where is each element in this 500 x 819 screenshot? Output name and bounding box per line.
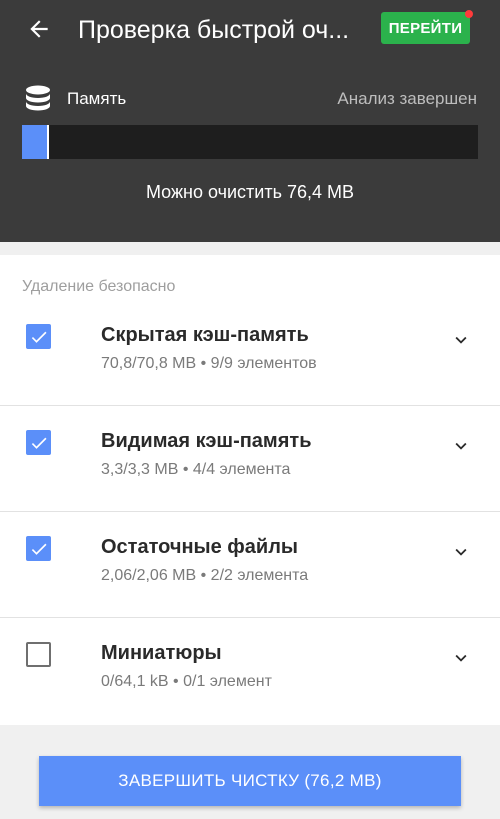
list-item-residual-files[interactable]: Остаточные файлы 2,06/2,06 MB • 2/2 элем…: [0, 512, 500, 618]
chevron-down-icon: [455, 336, 467, 344]
item-title: Видимая кэш-память: [101, 430, 312, 452]
checkmark-icon: [31, 543, 46, 555]
list-item-visible-cache[interactable]: Видимая кэш-память 3,3/3,3 MB • 4/4 элем…: [0, 406, 500, 512]
item-checkbox[interactable]: [26, 324, 51, 349]
back-arrow-icon: [30, 20, 48, 38]
page-title: Проверка быстрой оч...: [78, 16, 350, 44]
memory-label: Память: [67, 89, 127, 108]
item-subtitle: 0/64,1 kB • 0/1 элемент: [101, 673, 272, 690]
back-button[interactable]: [22, 12, 56, 46]
memory-progress-fill: [22, 125, 50, 159]
expand-button[interactable]: [449, 540, 473, 564]
checkmark-icon: [31, 331, 46, 343]
item-checkbox[interactable]: [26, 536, 51, 561]
expand-button[interactable]: [449, 434, 473, 458]
item-subtitle: 70,8/70,8 MB • 9/9 элементов: [101, 355, 317, 372]
memory-progress-bar: [22, 125, 478, 159]
chevron-down-icon: [455, 654, 467, 662]
item-checkbox[interactable]: [26, 642, 51, 667]
database-icon: [26, 85, 50, 111]
cleanable-summary: Можно очистить 76,4 MB: [145, 182, 354, 202]
item-subtitle: 3,3/3,3 MB • 4/4 элемента: [101, 461, 291, 478]
list-item-thumbnails[interactable]: Миниатюры 0/64,1 kB • 0/1 элемент: [0, 618, 500, 724]
item-title: Скрытая кэш-память: [101, 324, 309, 346]
chevron-down-icon: [455, 442, 467, 450]
expand-button[interactable]: [449, 646, 473, 670]
top-bar: Проверка быстрой оч... ПЕРЕЙТИ: [0, 0, 500, 60]
analysis-status: Анализ завершен: [337, 89, 477, 108]
item-subtitle: 2,06/2,06 MB • 2/2 элемента: [101, 567, 309, 584]
list-item-hidden-cache[interactable]: Скрытая кэш-память 70,8/70,8 MB • 9/9 эл…: [0, 300, 500, 406]
notification-dot: [465, 10, 473, 18]
item-title: Остаточные файлы: [101, 536, 299, 558]
checkmark-icon: [31, 437, 46, 449]
go-button[interactable]: ПЕРЕЙТИ: [381, 12, 470, 44]
header: Проверка быстрой оч... ПЕРЕЙТИ Память Ан…: [0, 0, 500, 242]
item-title: Миниатюры: [101, 642, 222, 664]
chevron-down-icon: [455, 548, 467, 556]
finish-cleaning-button[interactable]: ЗАВЕРШИТЬ ЧИСТКУ (76,2 MB): [39, 756, 461, 806]
section-title: Удаление безопасно: [22, 278, 176, 295]
item-checkbox[interactable]: [26, 430, 51, 455]
expand-button[interactable]: [449, 328, 473, 352]
